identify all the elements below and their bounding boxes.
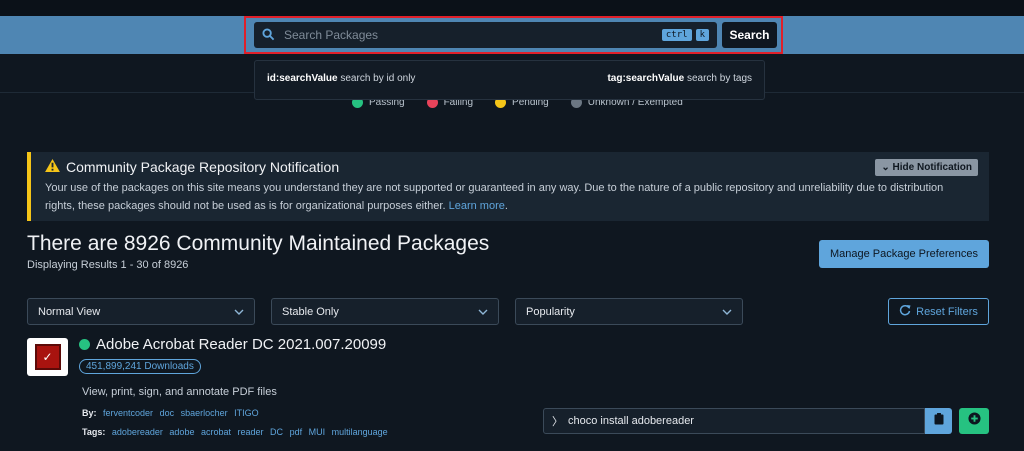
chevron-down-icon: ⌄ — [881, 162, 890, 173]
install-command-field[interactable]: 〉 choco install adobereader — [543, 408, 925, 434]
package-tags: Tags: adobereader adobe acrobat reader D… — [82, 427, 388, 437]
author-link[interactable]: ferventcoder — [103, 408, 153, 418]
package-name[interactable]: Adobe Acrobat Reader DC 2021.007.20099 — [79, 336, 386, 353]
chevron-down-icon — [722, 306, 732, 318]
reset-filters-button[interactable]: Reset Filters — [888, 298, 989, 325]
tag-link[interactable]: multilanguage — [332, 427, 388, 437]
tag-link[interactable]: reader — [238, 427, 264, 437]
author-link[interactable]: ITIGO — [234, 408, 259, 418]
tag-link[interactable]: MUI — [309, 427, 326, 437]
clipboard-icon — [934, 412, 944, 430]
tag-link[interactable]: DC — [270, 427, 283, 437]
hint-tag[interactable]: tag:searchValue search by tags — [607, 73, 752, 87]
chevron-down-icon — [478, 306, 488, 318]
author-link[interactable]: doc — [160, 408, 175, 418]
package-logo[interactable]: ✓ — [27, 338, 68, 376]
stability-select[interactable]: Stable Only — [271, 298, 499, 325]
notification-title: Community Package Repository Notificatio… — [45, 159, 975, 175]
downloads-badge: 451,899,241 Downloads — [79, 359, 201, 374]
notification-body: Your use of the packages on this site me… — [45, 182, 944, 212]
package-authors: By: ferventcoder doc sbaerlocher ITIGO — [82, 408, 259, 418]
community-notification: Community Package Repository Notificatio… — [27, 152, 989, 221]
page-title: There are 8926 Community Maintained Pack… — [27, 232, 490, 255]
chevron-down-icon — [234, 306, 244, 318]
add-package-button[interactable] — [959, 408, 989, 434]
status-passing-icon — [79, 339, 90, 350]
refresh-icon — [899, 304, 911, 319]
warning-icon — [45, 159, 60, 175]
tag-link[interactable]: adobereader — [112, 427, 163, 437]
terminal-prompt-icon: 〉 — [552, 416, 563, 428]
view-select[interactable]: Normal View — [27, 298, 255, 325]
plus-circle-icon — [967, 412, 981, 430]
results-summary: Displaying Results 1 - 30 of 8926 — [27, 259, 189, 271]
tag-link[interactable]: acrobat — [201, 427, 231, 437]
package-description: View, print, sign, and annotate PDF file… — [82, 386, 277, 398]
learn-more-link[interactable]: Learn more — [449, 200, 505, 212]
copy-command-button[interactable] — [925, 408, 952, 434]
top-navbar — [0, 0, 1024, 16]
tag-link[interactable]: adobe — [169, 427, 194, 437]
adobe-pdf-icon: ✓ — [34, 344, 61, 370]
hide-notification-button[interactable]: ⌄ Hide Notification — [875, 159, 978, 176]
sort-select[interactable]: Popularity — [515, 298, 743, 325]
hint-id[interactable]: id:searchValue search by id only — [267, 73, 415, 87]
author-link[interactable]: sbaerlocher — [181, 408, 228, 418]
manage-preferences-button[interactable]: Manage Package Preferences — [819, 240, 989, 268]
search-highlight-outline — [244, 16, 783, 54]
tag-link[interactable]: pdf — [290, 427, 303, 437]
search-hint-dropdown: id:searchValue search by id only tag:sea… — [254, 60, 765, 100]
